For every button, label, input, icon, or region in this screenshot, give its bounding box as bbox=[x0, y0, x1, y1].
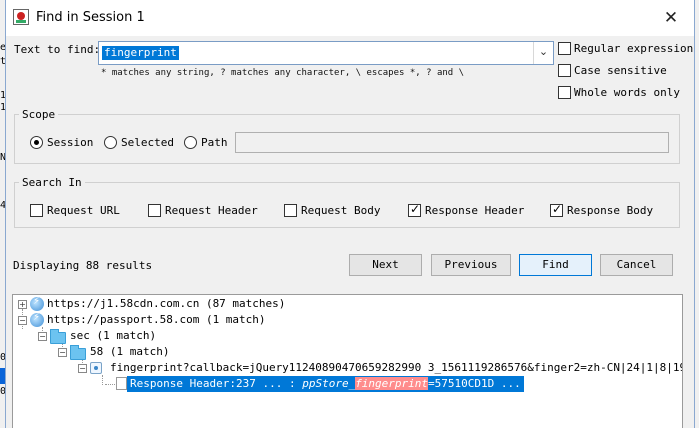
app-icon bbox=[13, 9, 29, 25]
tree-resource-fingerprint[interactable]: fingerprint?callback=jQuery1124089047065… bbox=[110, 360, 682, 376]
path-input[interactable] bbox=[235, 132, 669, 153]
regular-expression-label: Regular expression bbox=[574, 42, 694, 55]
scope-path-radio[interactable] bbox=[184, 136, 197, 149]
search-in-title: Search In bbox=[19, 176, 85, 189]
results-status: Displaying 88 results bbox=[13, 259, 153, 272]
window-title: Find in Session 1 bbox=[36, 10, 145, 25]
chevron-down-icon[interactable]: ⌄ bbox=[533, 42, 553, 64]
request-header-checkbox[interactable] bbox=[148, 204, 161, 217]
tree-folder-58[interactable]: 58 (1 match) bbox=[90, 344, 169, 360]
plus-icon[interactable]: + bbox=[18, 300, 27, 309]
request-header-label: Request Header bbox=[165, 204, 258, 217]
cancel-button[interactable]: Cancel bbox=[600, 254, 673, 276]
resource-icon bbox=[90, 362, 102, 374]
folder-icon bbox=[50, 329, 66, 344]
whole-words-label: Whole words only bbox=[574, 86, 680, 99]
response-header-checkbox[interactable] bbox=[408, 202, 421, 217]
text-to-find-combo[interactable]: fingerprint ⌄ bbox=[98, 41, 554, 65]
scope-session-radio[interactable] bbox=[30, 136, 43, 149]
find-dialog: Find in Session 1 ✕ Text to find: finger… bbox=[5, 0, 695, 428]
case-sensitive-label: Case sensitive bbox=[574, 64, 667, 77]
minus-icon[interactable]: − bbox=[18, 316, 27, 325]
results-tree[interactable]: + https://j1.58cdn.com.cn (87 matches) −… bbox=[12, 294, 683, 428]
right-edge bbox=[695, 0, 699, 428]
case-sensitive-checkbox[interactable] bbox=[558, 64, 571, 77]
scope-selected-radio[interactable] bbox=[104, 136, 117, 149]
previous-button[interactable]: Previous bbox=[431, 254, 511, 276]
response-body-label: Response Body bbox=[567, 204, 654, 217]
close-button[interactable]: ✕ bbox=[648, 0, 694, 36]
regular-expression-checkbox[interactable] bbox=[558, 42, 571, 55]
scope-title: Scope bbox=[19, 108, 59, 121]
response-header-label: Response Header bbox=[425, 204, 525, 217]
minus-icon[interactable]: − bbox=[38, 332, 47, 341]
wildcard-hint: * matches any string, ? matches any char… bbox=[101, 68, 465, 78]
request-url-label: Request URL bbox=[47, 204, 120, 217]
document-icon bbox=[116, 377, 127, 390]
tree-match-selected[interactable]: Response Header:237 ... : ppStore_finger… bbox=[127, 376, 524, 392]
title-bar: Find in Session 1 ✕ bbox=[6, 0, 694, 36]
minus-icon[interactable]: − bbox=[78, 364, 87, 373]
request-body-checkbox[interactable] bbox=[284, 204, 297, 217]
tree-host-j1[interactable]: https://j1.58cdn.com.cn (87 matches) bbox=[47, 296, 285, 312]
next-button[interactable]: Next bbox=[349, 254, 422, 276]
globe-icon bbox=[30, 312, 44, 327]
request-body-label: Request Body bbox=[301, 204, 381, 217]
text-to-find-input[interactable]: fingerprint bbox=[102, 46, 179, 60]
tree-folder-sec[interactable]: sec (1 match) bbox=[70, 328, 156, 344]
scope-selected-label: Selected bbox=[121, 136, 174, 149]
scope-path-label: Path bbox=[201, 136, 228, 149]
response-body-checkbox[interactable] bbox=[550, 202, 563, 217]
minus-icon[interactable]: − bbox=[58, 348, 67, 357]
scope-session-label: Session bbox=[47, 136, 94, 149]
find-button[interactable]: Find bbox=[519, 254, 592, 276]
globe-icon bbox=[30, 296, 44, 311]
request-url-checkbox[interactable] bbox=[30, 204, 43, 217]
folder-icon bbox=[70, 345, 86, 360]
match-highlight: fingerprint bbox=[355, 377, 429, 390]
text-to-find-label: Text to find: bbox=[14, 43, 101, 56]
tree-host-passport[interactable]: https://passport.58.com (1 match) bbox=[47, 312, 266, 328]
whole-words-checkbox[interactable] bbox=[558, 86, 571, 99]
